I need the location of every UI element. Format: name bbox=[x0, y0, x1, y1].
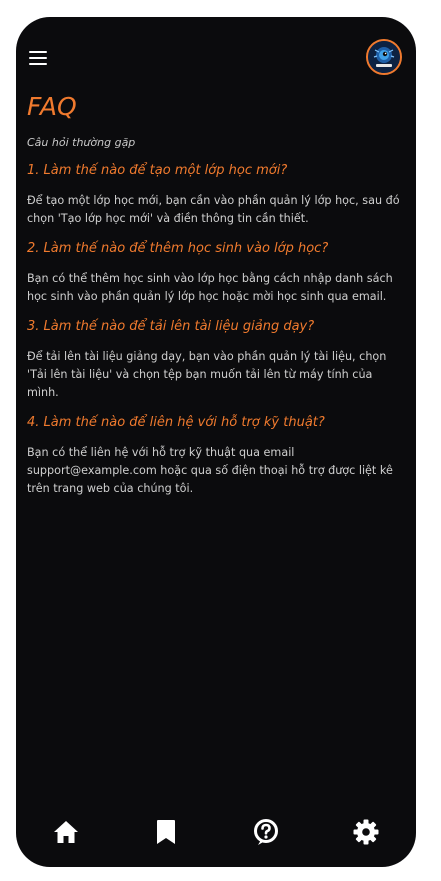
faq-item: 4. Làm thế nào để liên hệ với hỗ trợ kỹ … bbox=[27, 414, 407, 498]
bottom-nav bbox=[16, 812, 416, 852]
faq-answer: Để tạo một lớp học mới, bạn cần vào phần… bbox=[27, 194, 400, 225]
bookmark-icon bbox=[157, 820, 175, 844]
settings-icon bbox=[353, 819, 379, 845]
nav-help-button[interactable] bbox=[246, 812, 286, 852]
avatar-logo-icon bbox=[368, 41, 400, 73]
faq-answer: Bạn có thể liên hệ với hỗ trợ kỹ thuật q… bbox=[27, 446, 393, 495]
faq-question: 4. Làm thế nào để liên hệ với hỗ trợ kỹ … bbox=[27, 415, 325, 430]
faq-question: 2. Làm thế nào để thêm học sinh vào lớp … bbox=[27, 241, 329, 256]
menu-icon-line bbox=[29, 57, 47, 59]
faq-question: 3. Làm thế nào để tải lên tài liệu giảng… bbox=[27, 319, 315, 334]
avatar[interactable] bbox=[366, 39, 402, 75]
page-subtitle: Câu hỏi thường gặp bbox=[27, 136, 136, 149]
nav-home-button[interactable] bbox=[46, 812, 86, 852]
page-title: FAQ bbox=[27, 92, 77, 121]
menu-button[interactable] bbox=[27, 50, 49, 66]
faq-question: 1. Làm thế nào để tạo một lớp học mới? bbox=[27, 163, 288, 178]
top-bar bbox=[16, 17, 416, 97]
menu-icon-line bbox=[29, 63, 47, 65]
faq-item: 1. Làm thế nào để tạo một lớp học mới? Đ… bbox=[27, 162, 407, 228]
faq-answer: Bạn có thể thêm học sinh vào lớp học bằn… bbox=[27, 272, 393, 303]
faq-content: FAQ Câu hỏi thường gặp 1. Làm thế nào để… bbox=[27, 89, 407, 498]
home-icon bbox=[54, 821, 78, 843]
faq-item: 3. Làm thế nào để tải lên tài liệu giảng… bbox=[27, 318, 407, 402]
app-screen: FAQ Câu hỏi thường gặp 1. Làm thế nào để… bbox=[16, 17, 416, 867]
menu-icon bbox=[29, 51, 47, 53]
nav-bookmark-button[interactable] bbox=[146, 812, 186, 852]
faq-item: 2. Làm thế nào để thêm học sinh vào lớp … bbox=[27, 240, 407, 306]
help-icon bbox=[254, 819, 278, 845]
faq-answer: Để tải lên tài liệu giảng dạy, bạn vào p… bbox=[27, 350, 387, 399]
nav-settings-button[interactable] bbox=[346, 812, 386, 852]
